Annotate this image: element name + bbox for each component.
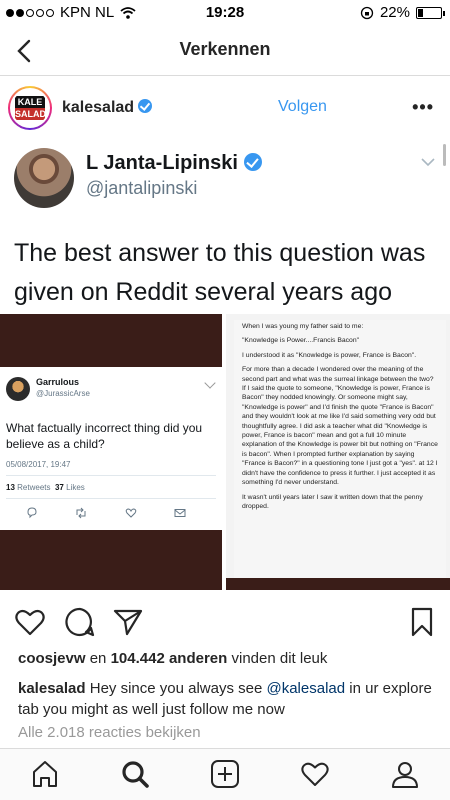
tweet-text: The best answer to this question was giv… <box>14 239 426 306</box>
heart-icon[interactable] <box>300 759 330 789</box>
reddit-paragraph: I understood it as "Knowledge is power, … <box>242 351 417 359</box>
reddit-paragraph: For more than a decade I wondered over t… <box>242 366 438 487</box>
nav-bar: Verkennen <box>0 26 450 76</box>
add-icon[interactable] <box>210 759 240 789</box>
likes-middle: en <box>85 650 111 667</box>
chevron-down-icon <box>421 158 435 167</box>
inner-tweet-handle: @JurassicArse <box>36 389 90 398</box>
username-text[interactable]: kalesalad <box>62 99 134 116</box>
heart-icon[interactable] <box>14 606 46 638</box>
likes-user[interactable]: coosjevw <box>18 650 86 667</box>
home-icon[interactable] <box>30 759 60 789</box>
likes-label: Likes <box>66 483 85 492</box>
avatar-logo-top: KALE <box>15 96 45 108</box>
more-options-icon[interactable]: ••• <box>412 97 434 118</box>
caption-mention[interactable]: @kalesalad <box>266 680 345 697</box>
post-header: KALE SALAD kalesalad Volgen ••• <box>0 84 450 136</box>
heart-icon <box>125 508 136 518</box>
reddit-text: When I was young my father said to me: "… <box>234 320 446 582</box>
share-icon[interactable] <box>112 606 144 638</box>
tweet-header: L Janta-Lipinski @jantalipinski <box>0 138 450 218</box>
tweet-avatar <box>14 148 74 208</box>
view-comments-link[interactable]: Alle 2.018 reacties bekijken <box>18 724 201 741</box>
inner-tweet-stats: 13 Retweets 37 Likes <box>6 483 85 492</box>
likes-count[interactable]: 104.442 anderen <box>111 650 228 667</box>
inner-tweet-avatar <box>6 377 30 401</box>
page-title: Verkennen <box>179 39 271 59</box>
bookmark-icon[interactable] <box>406 606 438 638</box>
search-icon[interactable] <box>120 759 150 789</box>
reddit-paragraph: When I was young my father said to me: <box>242 323 364 330</box>
avatar-logo-bottom: SALAD <box>15 108 46 120</box>
rotation-lock-icon <box>360 6 374 19</box>
comment-icon[interactable] <box>64 606 96 638</box>
follow-button[interactable]: Volgen <box>278 98 327 116</box>
inner-tweet-date: 05/08/2017, 19:47 <box>6 460 71 469</box>
divider <box>6 475 216 476</box>
tweet-handle: @jantalipinski <box>86 178 198 198</box>
retweet-icon <box>76 507 86 519</box>
chevron-down-icon <box>204 377 216 389</box>
verified-icon <box>243 153 262 171</box>
mail-icon <box>174 509 186 517</box>
post-image[interactable]: L Janta-Lipinski @jantalipinski The best… <box>0 138 450 598</box>
reddit-paragraph: "Knowledge is Power....Francis Bacon" <box>242 337 360 345</box>
inner-tweet-actions <box>6 507 206 519</box>
retweets-count: 13 <box>6 483 15 492</box>
caption-username[interactable]: kalesalad <box>18 680 86 697</box>
post-actions <box>0 602 450 642</box>
tweet-author-name: L Janta-Lipinski <box>86 152 238 174</box>
status-right: 22% <box>360 4 445 21</box>
reply-icon <box>27 507 37 519</box>
reddit-text-panel: When I was young my father said to me: "… <box>226 314 450 590</box>
inner-tweet-text: What factually incorrect thing did you b… <box>6 421 203 451</box>
likes-count: 37 <box>54 483 64 492</box>
retweets-label: Retweets <box>17 483 51 492</box>
reddit-paragraph: It wasn't until years later I saw it wri… <box>242 493 423 510</box>
likes-summary[interactable]: coosjevw en 104.442 anderen vinden dit l… <box>18 650 327 667</box>
inner-tweet-card: Garrulous @JurassicArse What factually i… <box>0 367 222 530</box>
battery-icon <box>416 6 445 19</box>
scroll-indicator <box>443 144 446 166</box>
avatar[interactable]: KALE SALAD <box>8 86 52 130</box>
inner-tweet-name: Garrulous <box>36 377 80 387</box>
battery-percent: 22% <box>379 4 410 21</box>
divider <box>6 498 216 499</box>
post-username[interactable]: kalesalad <box>62 99 153 117</box>
tweet-author: L Janta-Lipinski <box>86 152 262 175</box>
inner-tweet-panel: Garrulous @JurassicArse What factually i… <box>0 314 222 590</box>
tab-bar <box>0 748 450 800</box>
verified-icon <box>138 99 153 113</box>
post-caption: kalesalad Hey since you always see @kale… <box>18 678 438 720</box>
panel-bottom-bar <box>226 578 450 590</box>
likes-suffix: vinden dit leuk <box>227 650 328 667</box>
caption-text-pre: Hey since you always see <box>85 680 267 697</box>
status-bar: KPN NL 19:28 22% <box>0 0 450 24</box>
profile-icon[interactable] <box>390 759 420 789</box>
